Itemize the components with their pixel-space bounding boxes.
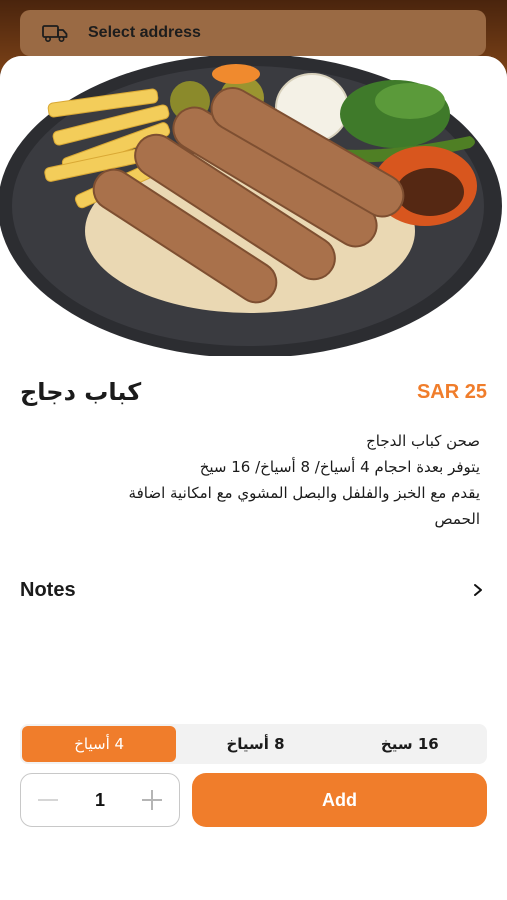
- notes-row[interactable]: Notes: [20, 572, 485, 608]
- minus-icon[interactable]: [35, 787, 61, 813]
- add-button[interactable]: Add: [192, 773, 487, 827]
- description-line: الحمص: [434, 510, 480, 528]
- bottom-actions: 1 Add: [20, 773, 487, 827]
- select-address-button[interactable]: Select address: [20, 10, 486, 56]
- title-row: SAR 25 كباب دجاج: [20, 372, 487, 412]
- chevron-right-icon: [474, 584, 482, 596]
- quantity-stepper: 1: [20, 773, 180, 827]
- size-option-8[interactable]: 8 أسياخ: [178, 724, 332, 764]
- size-option-16[interactable]: 16 سيخ: [333, 724, 487, 764]
- truck-icon: [42, 25, 68, 42]
- quantity-value: 1: [94, 789, 105, 810]
- product-price: SAR 25: [416, 380, 487, 403]
- plus-icon[interactable]: [139, 787, 165, 813]
- product-name: كباب دجاج: [20, 378, 142, 406]
- product-description: صحن كباب الدجاج يتوفر بعدة احجام 4 أسياخ…: [20, 428, 480, 532]
- size-selector: 4 أسياخ 8 أسياخ 16 سيخ: [20, 724, 487, 764]
- select-address-label: Select address: [88, 24, 201, 41]
- description-line: صحن كباب الدجاج: [366, 432, 480, 450]
- description-line: يقدم مع الخبز والفلفل والبصل المشوي مع ا…: [128, 484, 480, 502]
- size-option-4[interactable]: 4 أسياخ: [22, 726, 177, 762]
- notes-label: Notes: [20, 578, 76, 601]
- description-line: يتوفر بعدة احجام 4 أسياخ/ 8 أسياخ/ 16 سي…: [199, 458, 480, 476]
- product-image: [0, 56, 507, 356]
